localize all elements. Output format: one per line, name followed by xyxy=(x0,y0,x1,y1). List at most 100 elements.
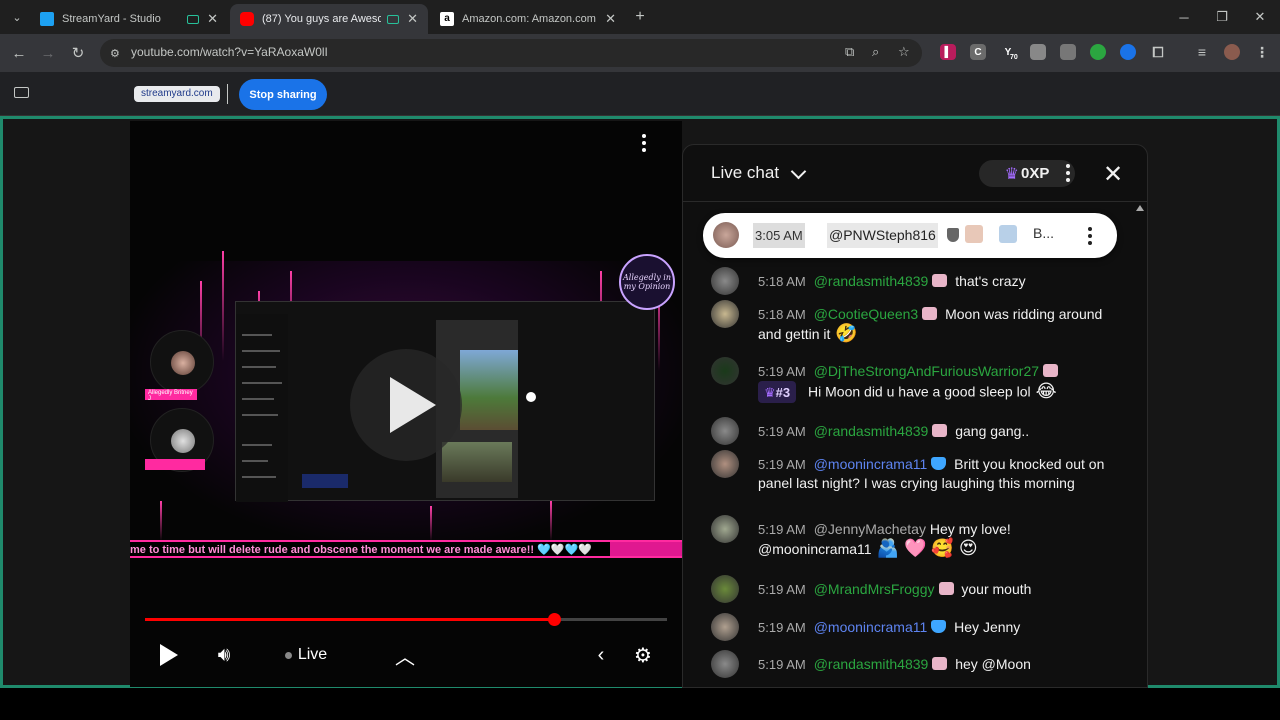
xp-badge[interactable]: ♛ 0XP xyxy=(979,160,1075,187)
chat-message-body: 5:19 AM @JennyMachetay Hey my love! @moon… xyxy=(758,520,1118,559)
sharing-domain-pill: streamyard.com xyxy=(134,86,220,102)
shared-screen-chat xyxy=(302,474,348,488)
forward-icon[interactable]: → xyxy=(37,42,59,64)
pinned-message[interactable]: 3:05 AM @PNWSteph816 B... xyxy=(703,213,1117,258)
message-text: Hi Moon did u have a good sleep lol xyxy=(804,383,1031,400)
message-author[interactable]: @randasmith4839 xyxy=(814,656,929,672)
emoji-icon: 🤣 xyxy=(835,323,858,343)
close-icon[interactable]: ✕ xyxy=(1103,160,1123,189)
progress-knob[interactable] xyxy=(548,613,562,626)
back-icon[interactable]: ← xyxy=(8,42,30,64)
extension-6-icon[interactable] xyxy=(1090,44,1106,60)
scroll-up-icon[interactable] xyxy=(1136,205,1144,211)
message-author[interactable]: @MrandMrsFroggy xyxy=(814,581,935,597)
extension-5-icon[interactable] xyxy=(1060,44,1076,60)
chevron-left-icon[interactable]: ‹ xyxy=(588,641,614,669)
close-tab-icon[interactable]: ✕ xyxy=(207,11,218,27)
extensions-puzzle-icon[interactable]: ⧠ xyxy=(1150,44,1166,60)
volume-icon[interactable]: 🔊︎ xyxy=(210,641,238,669)
install-app-icon[interactable]: ⧉ xyxy=(845,44,854,60)
chat-more-icon[interactable] xyxy=(1066,164,1072,185)
pinned-author[interactable]: @PNWSteph816 xyxy=(827,223,938,248)
avatar[interactable] xyxy=(711,575,739,603)
light-streak xyxy=(222,251,224,361)
new-tab-button[interactable]: + xyxy=(629,6,651,28)
message-author[interactable]: @CootieQueen3 xyxy=(814,306,919,322)
extension-4-icon[interactable] xyxy=(1030,44,1046,60)
screen-share-bar: streamyard.com xyxy=(0,72,1280,116)
extension-1-icon[interactable]: ▌ xyxy=(940,44,956,60)
member-badge-icon xyxy=(922,307,938,320)
tab-amazon[interactable]: a Amazon.com: Amazon.com Gift ✕ xyxy=(430,4,626,34)
profile-avatar[interactable] xyxy=(1224,44,1240,60)
tab-youtube[interactable]: (87) You guys are Awesome ✕ xyxy=(230,4,428,34)
guest-name-tag xyxy=(145,459,205,470)
extension-y-icon[interactable]: Y 70 xyxy=(1000,44,1018,62)
avatar[interactable] xyxy=(711,515,739,543)
reload-icon[interactable]: ↻ xyxy=(67,42,89,64)
live-dot xyxy=(284,651,292,659)
big-play-button[interactable] xyxy=(350,349,462,461)
live-indicator[interactable]: Live xyxy=(276,641,336,669)
rank-value: #3 xyxy=(775,384,791,400)
message-text: Hey Jenny xyxy=(950,619,1021,635)
message-author[interactable]: @randasmith4839 xyxy=(814,423,929,439)
moderator-shield-icon xyxy=(947,228,959,242)
chevron-down-icon[interactable] xyxy=(790,163,807,180)
progress-bar[interactable] xyxy=(145,613,667,626)
pinned-more-icon[interactable] xyxy=(1088,227,1094,248)
close-window-icon[interactable]: ✕ xyxy=(1241,0,1279,34)
amazon-favicon-icon: a xyxy=(440,12,454,26)
restore-icon[interactable]: ❐ xyxy=(1203,0,1241,34)
chat-message-body: 5:19 AM @moonincrama11 Hey Jenny xyxy=(758,618,1118,637)
zoom-icon[interactable]: ⌕ xyxy=(872,44,879,60)
live-chat-title[interactable]: Live chat xyxy=(711,163,779,183)
play-icon xyxy=(160,644,178,666)
avatar[interactable] xyxy=(711,300,739,328)
emoji-icon: 😂 xyxy=(1035,380,1057,401)
ticker-tail xyxy=(610,542,682,556)
site-info-icon[interactable]: ⚙ xyxy=(110,47,122,60)
member-badge-icon xyxy=(965,225,983,243)
avatar[interactable] xyxy=(711,357,739,385)
message-author[interactable]: @randasmith4839 xyxy=(814,273,929,289)
avatar[interactable] xyxy=(711,450,739,478)
close-tab-icon[interactable]: ✕ xyxy=(407,11,418,27)
tab-title: StreamYard - Studio xyxy=(62,13,161,25)
message-time: 5:19 AM xyxy=(758,620,806,635)
shared-screen-image xyxy=(460,350,518,430)
message-text: hey @Moon xyxy=(951,656,1031,672)
verified-shield-icon xyxy=(931,620,947,633)
play-button[interactable] xyxy=(156,641,182,669)
avatar[interactable] xyxy=(711,613,739,641)
chevron-up-icon[interactable]: ︿ xyxy=(392,641,418,669)
browser-menu-icon[interactable]: ⋮ xyxy=(1254,44,1270,60)
avatar[interactable] xyxy=(711,650,739,678)
light-streak xyxy=(550,501,552,541)
bookmark-star-icon[interactable]: ☆ xyxy=(898,44,910,60)
message-author[interactable]: @DjTheStrongAndFuriousWarrior27 xyxy=(814,363,1039,379)
message-author[interactable]: @moonincrama11 xyxy=(814,456,928,472)
url-text[interactable]: youtube.com/watch?v=YaRAoxaW0lI xyxy=(131,45,328,59)
youtube-favicon-icon xyxy=(240,12,254,26)
message-time: 5:18 AM xyxy=(758,307,806,322)
extension-7-icon[interactable] xyxy=(1120,44,1136,60)
verified-shield-icon xyxy=(931,457,947,470)
avatar[interactable] xyxy=(711,417,739,445)
settings-gear-icon[interactable]: ⚙ xyxy=(629,641,657,669)
stop-sharing-button[interactable]: Stop sharing xyxy=(239,79,327,110)
extension-c-icon[interactable]: C xyxy=(970,44,986,60)
tab-streamyard[interactable]: StreamYard - Studio ✕ xyxy=(30,4,228,34)
media-controls-icon[interactable]: ≡ xyxy=(1194,44,1210,60)
message-author[interactable]: @JennyMachetay xyxy=(814,521,926,537)
avatar[interactable] xyxy=(711,267,739,295)
message-author[interactable]: @moonincrama11 xyxy=(814,619,928,635)
tab-search-chevron-icon[interactable]: ⌄ xyxy=(6,6,28,28)
close-tab-icon[interactable]: ✕ xyxy=(605,11,616,27)
sidebar-line xyxy=(242,398,274,400)
video-player[interactable]: Allegedly Britney J Allegedly in my Opin… xyxy=(130,121,682,687)
omnibox[interactable]: ⚙ youtube.com/watch?v=YaRAoxaW0lI ⧉ ⌕ ☆ xyxy=(100,39,922,67)
pinned-time: 3:05 AM xyxy=(753,223,805,248)
video-more-icon[interactable] xyxy=(641,134,647,154)
minimize-icon[interactable]: ─ xyxy=(1165,0,1203,34)
